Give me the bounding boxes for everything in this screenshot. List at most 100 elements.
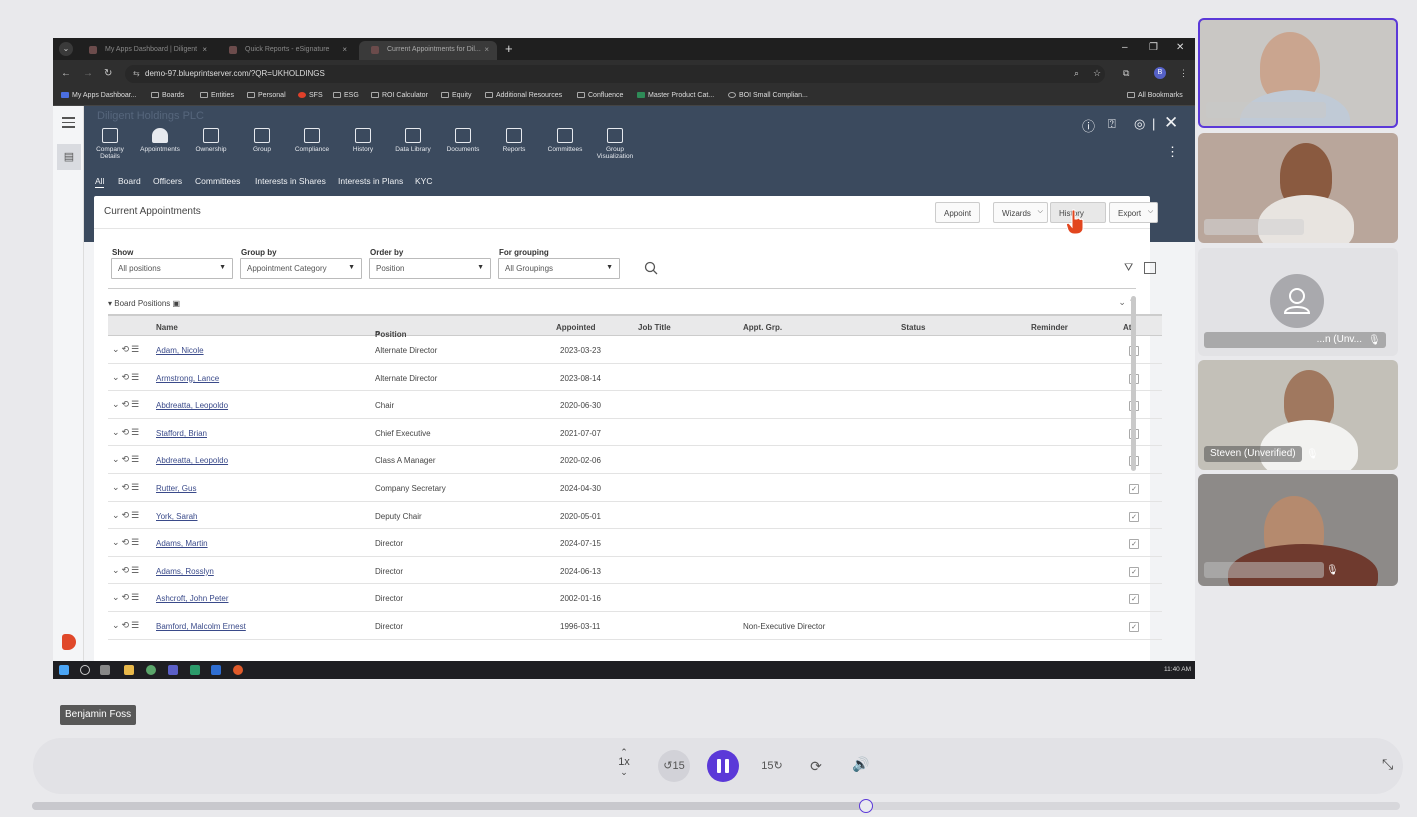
nav-group[interactable]: Group <box>238 128 286 153</box>
url-field[interactable]: ⇆ demo-97.blueprintserver.com/?QR=UKHOLDI… <box>125 65 1105 83</box>
task-view-icon[interactable] <box>100 665 110 675</box>
subnav-kyc[interactable]: KYC <box>415 176 432 186</box>
browser-tab-2[interactable]: Quick Reports - eSignature × <box>217 41 355 60</box>
participant-tile-2[interactable] <box>1198 133 1398 243</box>
extensions-icon[interactable]: ⧉ <box>1123 68 1129 79</box>
scrollbar[interactable] <box>1131 286 1136 666</box>
nav-documents[interactable]: Documents <box>439 128 487 153</box>
profile-avatar[interactable]: B <box>1154 67 1166 79</box>
bookmark-item[interactable]: ROI Calculator <box>371 92 428 99</box>
appointee-name-link[interactable]: Adam, Nicole <box>156 346 204 355</box>
close-icon[interactable]: ✕ <box>1164 113 1178 133</box>
appointee-name-link[interactable]: Adams, Rosslyn <box>156 567 214 576</box>
bookmark-item[interactable]: Master Product Cat... <box>637 92 714 99</box>
browser-menu-icon[interactable]: ⋮ <box>1179 68 1188 79</box>
row-controls[interactable]: ⌄⟲☰ <box>112 454 141 465</box>
show-select[interactable]: All positions ▼ <box>111 258 233 279</box>
progress-handle[interactable] <box>859 799 874 813</box>
tab-search-icon[interactable]: ⌄ <box>59 42 73 56</box>
table-row[interactable]: ⌄⟲☰ Abdreatta, Leopoldo Class A Manager 202… <box>108 446 1162 474</box>
appointee-name-link[interactable]: Abdreatta, Leopoldo <box>156 456 228 465</box>
appointee-name-link[interactable]: York, Sarah <box>156 512 198 521</box>
forward-icon[interactable]: → <box>83 68 93 79</box>
col-appointed[interactable]: Appointed <box>556 323 596 332</box>
star-icon[interactable]: ☆ <box>1093 68 1101 79</box>
nav-compliance[interactable]: Compliance <box>288 128 336 153</box>
group-by-select[interactable]: Appointment Category ▼ <box>240 258 362 279</box>
participant-tile-4[interactable]: Steven (Unverified) 🎙 <box>1198 360 1398 470</box>
reload-icon[interactable]: ↻ <box>104 68 112 79</box>
bookmark-item[interactable]: ESG <box>333 92 359 99</box>
save-layout-icon[interactable] <box>1144 262 1156 274</box>
nav-appointments[interactable]: Appointments <box>136 128 184 153</box>
row-controls[interactable]: ⌄⟲☰ <box>112 565 141 576</box>
wizards-button[interactable]: Wizards ⌵ <box>993 202 1048 223</box>
row-controls[interactable]: ⌄⟲☰ <box>112 482 141 493</box>
appointee-name-link[interactable]: Bamford, Malcolm Ernest <box>156 622 246 631</box>
close-window-icon[interactable]: ✕ <box>1176 42 1184 53</box>
close-icon[interactable]: × <box>202 45 207 54</box>
subnav-interests-in-plans[interactable]: Interests in Plans <box>338 176 403 186</box>
participant-tile-1[interactable] <box>1198 18 1398 128</box>
row-controls[interactable]: ⌄⟲☰ <box>112 510 141 521</box>
table-row[interactable]: ⌄⟲☰ Bamford, Malcolm Ernest Director 1996-0… <box>108 612 1162 640</box>
info-icon[interactable]: ⓘ <box>1082 116 1095 135</box>
subnav-officers[interactable]: Officers <box>153 176 182 186</box>
col-reminder[interactable]: Reminder <box>1031 323 1068 332</box>
table-row[interactable]: ⌄⟲☰ Adams, Martin Director 2024-07-15 ✓ <box>108 529 1162 557</box>
appointee-name-link[interactable]: Stafford, Brian <box>156 429 207 438</box>
chrome-icon[interactable] <box>146 665 156 675</box>
nav-data-library[interactable]: Data Library <box>389 128 437 153</box>
bookmark-item[interactable]: SFS <box>298 92 323 99</box>
bookmark-item[interactable]: Confluence <box>577 92 623 99</box>
bookmark-item[interactable]: Equity <box>441 92 471 99</box>
col-appt-grp[interactable]: Appt. Grp. <box>743 323 782 332</box>
subnav-committees[interactable]: Committees <box>195 176 240 186</box>
minimize-icon[interactable]: – <box>1122 42 1128 53</box>
document-icon[interactable]: ▤ <box>57 144 81 170</box>
for-grouping-select[interactable]: All Groupings ▼ <box>498 258 620 279</box>
nav-committees[interactable]: Committees <box>541 128 589 153</box>
appointee-name-link[interactable]: Ashcroft, John Peter <box>156 594 228 603</box>
appointee-name-link[interactable]: Abdreatta, Leopoldo <box>156 401 228 410</box>
file-explorer-icon[interactable] <box>124 665 134 675</box>
back-icon[interactable]: ← <box>61 68 71 79</box>
nav-ownership[interactable]: Ownership <box>187 128 235 153</box>
group-header[interactable]: ▾ Board Positions ▣ <box>108 299 180 308</box>
nav-group-visualization[interactable]: Group Visualization <box>591 128 639 161</box>
table-row[interactable]: ⌄⟲☰ Adam, Nicole Alternate Director 2023-03… <box>108 336 1162 364</box>
all-bookmarks[interactable]: All Bookmarks <box>1127 92 1183 99</box>
row-controls[interactable]: ⌄⟲☰ <box>112 427 141 438</box>
speed-down-icon[interactable]: ⌄ <box>617 768 631 777</box>
nav-reports[interactable]: Reports <box>490 128 538 153</box>
close-icon[interactable]: × <box>484 45 489 54</box>
col-name[interactable]: Name <box>156 323 178 332</box>
pause-button[interactable] <box>707 750 739 782</box>
browser-tab-3[interactable]: Current Appointments for Dil... × <box>359 41 497 60</box>
table-row[interactable]: ⌄⟲☰ Rutter, Gus Company Secretary 2024-04-3… <box>108 474 1162 502</box>
notification-icon[interactable]: ◎ <box>1134 116 1145 132</box>
skip-back-button[interactable]: ↺15 <box>658 750 690 782</box>
table-row[interactable]: ⌄⟲☰ York, Sarah Deputy Chair 2020-05-01 ✓ <box>108 502 1162 530</box>
col-job-title[interactable]: Job Title <box>638 323 671 332</box>
search-icon[interactable] <box>80 665 90 675</box>
row-controls[interactable]: ⌄⟲☰ <box>112 537 141 548</box>
zoom-icon[interactable]: ⌕ <box>1074 68 1079 79</box>
table-row[interactable]: ⌄⟲☰ Stafford, Brian Chief Executive 2021-07… <box>108 419 1162 447</box>
subnav-all[interactable]: All <box>95 176 105 188</box>
bookmark-item[interactable]: My Apps Dashboar... <box>61 92 137 99</box>
filter-icon[interactable]: ⛛ <box>1124 262 1133 275</box>
table-row[interactable]: ⌄⟲☰ Adams, Rosslyn Director 2024-06-13 ✓ <box>108 557 1162 585</box>
restore-icon[interactable]: ❐ <box>1149 42 1158 53</box>
appointee-name-link[interactable]: Adams, Martin <box>156 539 208 548</box>
appoint-button[interactable]: Appoint <box>935 202 981 223</box>
playback-speed[interactable]: ⌃ 1x ⌄ <box>617 748 631 777</box>
replay-icon[interactable]: ⟳ <box>800 750 832 782</box>
appointee-name-link[interactable]: Rutter, Gus <box>156 484 196 493</box>
bookmark-item[interactable]: Boards <box>151 92 184 99</box>
row-controls[interactable]: ⌄⟲☰ <box>112 592 141 603</box>
row-controls[interactable]: ⌄⟲☰ <box>112 372 141 383</box>
browser-tab-1[interactable]: My Apps Dashboard | Diligent × <box>77 41 215 60</box>
bookmark-item[interactable]: Additional Resources <box>485 92 562 99</box>
row-controls[interactable]: ⌄⟲☰ <box>112 344 141 355</box>
